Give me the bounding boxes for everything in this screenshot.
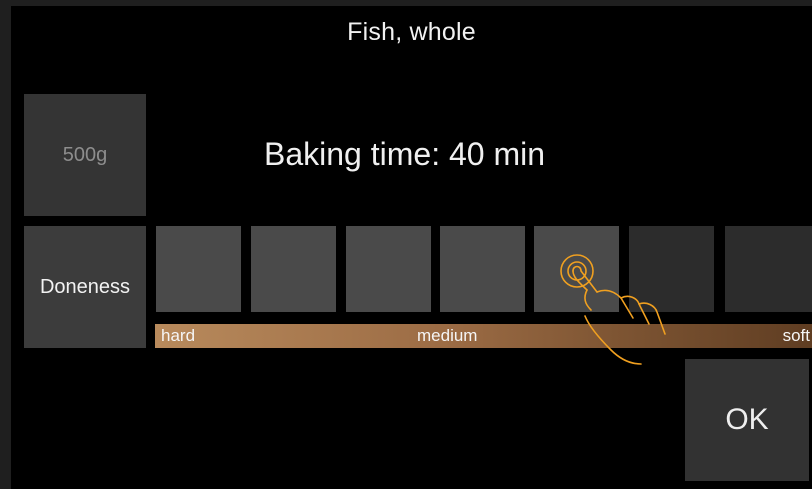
doneness-scale-bar: hard medium soft xyxy=(155,324,812,348)
recipe-dialog: Fish, whole 500g Baking time: 40 min Don… xyxy=(11,6,812,489)
weight-label: 500g xyxy=(62,143,108,166)
scale-label-medium: medium xyxy=(417,326,478,345)
doneness-level-4[interactable] xyxy=(440,226,525,312)
doneness-level-1[interactable] xyxy=(156,226,241,312)
doneness-level-6[interactable] xyxy=(629,226,714,312)
baking-time-text: Baking time: 40 min xyxy=(264,136,546,172)
doneness-level-7[interactable] xyxy=(725,226,812,312)
doneness-level-2[interactable] xyxy=(251,226,336,312)
ok-label: OK xyxy=(725,403,769,436)
scale-label-hard: hard xyxy=(161,326,196,345)
doneness-level-5[interactable] xyxy=(534,226,619,312)
ok-button[interactable]: OK xyxy=(685,359,809,481)
weight-button[interactable]: 500g xyxy=(24,94,146,216)
doneness-label: Doneness xyxy=(39,275,131,298)
doneness-level-3[interactable] xyxy=(346,226,431,312)
dialog-title: Fish, whole xyxy=(347,18,476,46)
scale-label-soft: soft xyxy=(782,326,810,345)
doneness-button[interactable]: Doneness xyxy=(24,226,146,348)
